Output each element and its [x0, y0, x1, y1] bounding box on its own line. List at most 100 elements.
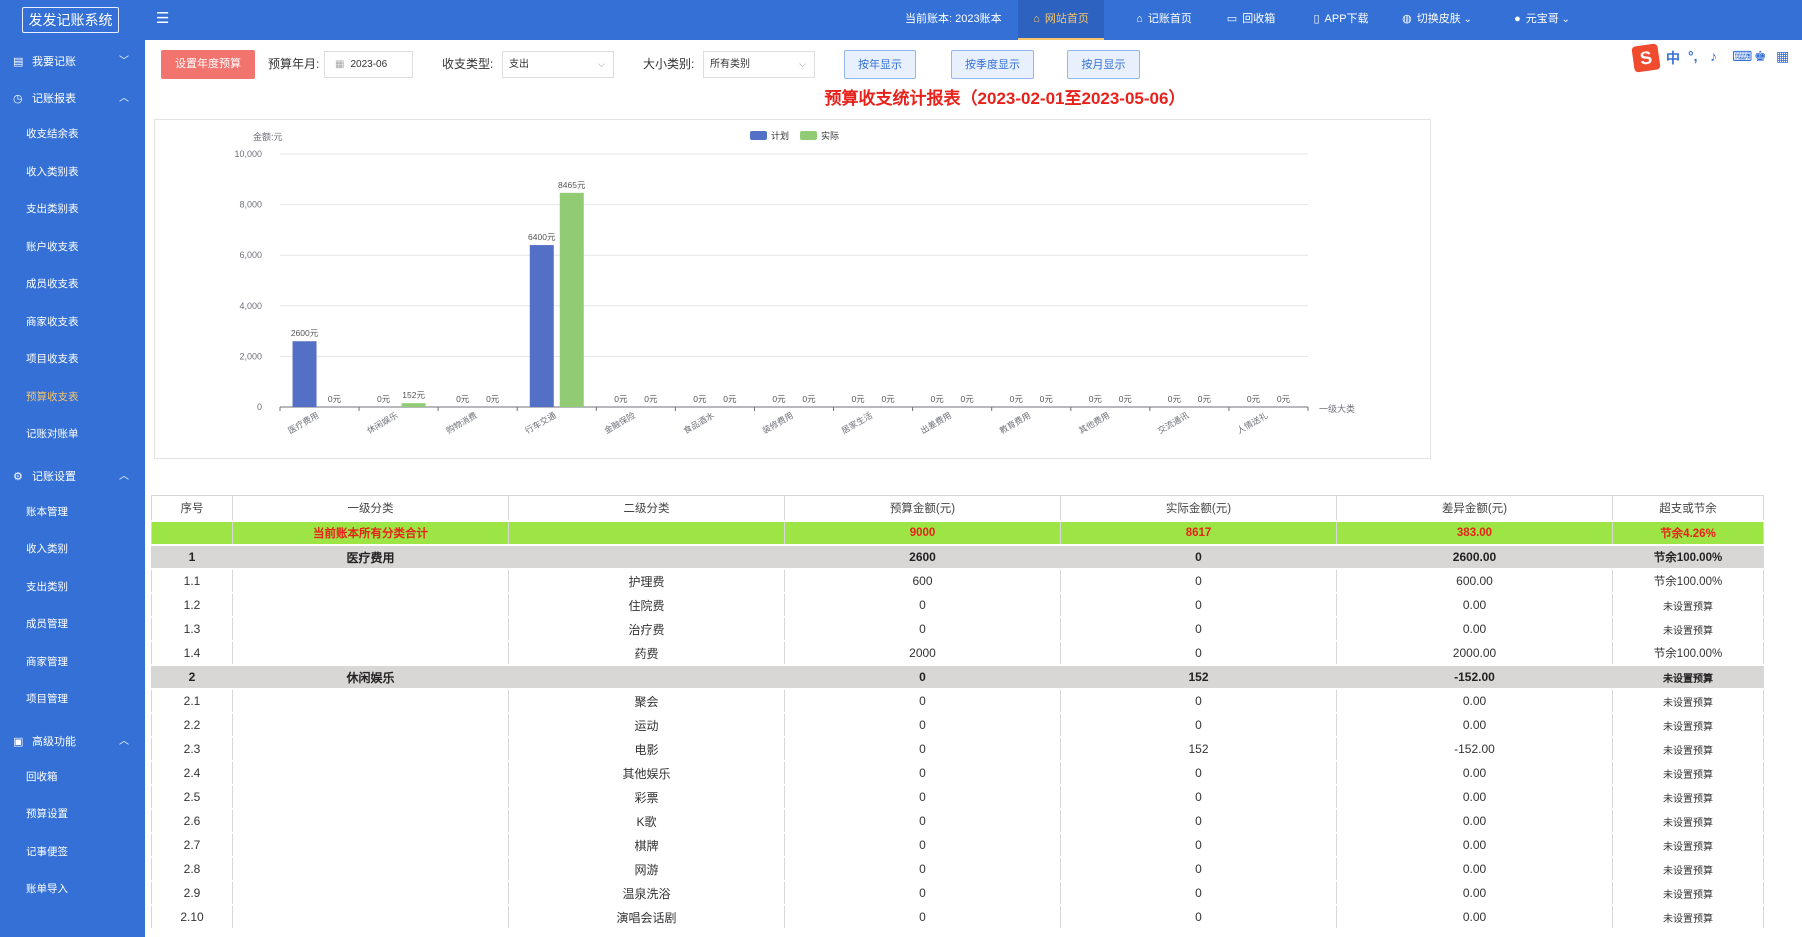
table-cell: 未设置预算: [1612, 904, 1764, 930]
ime-chinese-mode-icon[interactable]: 中: [1666, 48, 1680, 68]
by-month-button[interactable]: 按月显示: [1067, 50, 1140, 79]
sidebar-group-2[interactable]: ⚙ 记账设置 ︿: [0, 462, 145, 492]
sidebar-group-3[interactable]: ▣ 高级功能 ︿: [0, 727, 145, 757]
month-picker[interactable]: ▦ 2023-06: [324, 51, 413, 78]
sidebar-item[interactable]: 支出类别表: [26, 199, 79, 219]
table-cell: 休闲娱乐: [232, 664, 509, 690]
table-cell: 0: [784, 880, 1061, 906]
sidebar-item[interactable]: 项目管理: [26, 689, 68, 709]
sidebar-item[interactable]: 成员收支表: [26, 274, 79, 294]
sidebar-item[interactable]: 预算设置: [26, 804, 68, 824]
data-label: 0元: [1198, 394, 1212, 404]
subcategory-row: 1.3 治疗费 0 0 0.00 未设置预算: [151, 616, 1764, 642]
sidebar-group-0[interactable]: ▤ 我要记账 ﹀: [0, 47, 145, 77]
nav-item-3[interactable]: ▯ APP下载: [1303, 0, 1379, 40]
nav-item-4[interactable]: ◍ 切换皮肤 ⌄: [1395, 0, 1479, 40]
table-cell: 152: [1060, 664, 1337, 690]
menu-toggle-icon[interactable]: ☰: [156, 11, 169, 27]
table-cell: 2600.00: [1336, 544, 1613, 570]
set-annual-budget-button[interactable]: 设置年度预算: [161, 50, 255, 79]
current-book-label: 当前账本: 2023账本: [905, 13, 1002, 25]
chevron-up-icon: ︿: [119, 93, 129, 104]
column-header[interactable]: 二级分类: [508, 495, 785, 522]
nav-item-0[interactable]: ⌂ 网站首页: [1018, 0, 1104, 40]
table-cell: 0.00: [1336, 832, 1613, 858]
ime-punctuation-icon[interactable]: °,: [1688, 48, 1698, 64]
column-header[interactable]: 实际金额(元): [1060, 495, 1337, 522]
sidebar-item[interactable]: 项目收支表: [26, 349, 79, 369]
category-row: 1 医疗费用 2600 0 2600.00 节余100.00%: [151, 544, 1764, 570]
sidebar-item[interactable]: 支出类别: [26, 577, 68, 597]
table-cell: 未设置预算: [1612, 712, 1764, 738]
table-cell: 0.00: [1336, 616, 1613, 642]
table-cell: 0: [1060, 616, 1337, 642]
table-cell: 演唱会话剧: [508, 904, 785, 930]
type-select[interactable]: 支出 ⌵: [502, 51, 614, 78]
column-header[interactable]: 一级分类: [232, 495, 509, 522]
data-label: 0元: [1168, 394, 1182, 404]
top-bar: 发发记账系统 ☰ 当前账本: 2023账本 ⌂ 网站首页 ⌂ 记账首页 ▭ 回收箱 ▯ APP…: [0, 0, 1802, 40]
category-row: 2 休闲娱乐 0 152 -152.00 未设置预算: [151, 664, 1764, 690]
sidebar: ▤ 我要记账 ﹀ ◷ 记账报表 ︿ 收支结余表收入类别表支出类别表账户收支表成员收支表商家收…: [0, 40, 145, 937]
table-cell: 0: [784, 808, 1061, 834]
sidebar-item[interactable]: 收支结余表: [26, 124, 79, 144]
sidebar-group-1[interactable]: ◷ 记账报表 ︿: [0, 84, 145, 114]
sidebar-item[interactable]: 账本管理: [26, 502, 68, 522]
subcategory-row: 2.9 温泉洗浴 0 0 0.00 未设置预算: [151, 880, 1764, 906]
sidebar-item[interactable]: 收入类别表: [26, 162, 79, 182]
column-header[interactable]: 超支或节余: [1612, 495, 1764, 522]
data-label: 0元: [1247, 394, 1261, 404]
table-cell: 未设置预算: [1612, 880, 1764, 906]
sidebar-item[interactable]: 收入类别: [26, 539, 68, 559]
data-label: 6400元: [528, 232, 556, 242]
sidebar-group-label: 记账设置: [32, 470, 76, 483]
sidebar-item[interactable]: 账户收支表: [26, 237, 79, 257]
chevron-down-icon: ﹀: [119, 56, 129, 67]
sidebar-item[interactable]: 预算收支表: [26, 387, 79, 407]
table-cell: 0.00: [1336, 712, 1613, 738]
nav-item-1[interactable]: ⌂ 记账首页: [1124, 0, 1204, 40]
table-cell: [232, 904, 509, 930]
sogou-logo-icon[interactable]: S: [1631, 43, 1661, 73]
subcategory-row: 2.1 聚会 0 0 0.00 未设置预算: [151, 688, 1764, 714]
table-cell: 2.3: [151, 736, 233, 762]
table-cell: -152.00: [1336, 736, 1613, 762]
sidebar-item[interactable]: 记事便签: [26, 842, 68, 862]
nav-item-2[interactable]: ▭ 回收箱: [1219, 0, 1283, 40]
sidebar-item[interactable]: 商家管理: [26, 652, 68, 672]
sidebar-group-label: 高级功能: [32, 735, 76, 748]
by-year-button[interactable]: 按年显示: [844, 50, 916, 79]
sidebar-item[interactable]: 记账对账单: [26, 424, 79, 444]
table-cell: 0.00: [1336, 688, 1613, 714]
table-cell: 当前账本所有分类合计: [232, 520, 509, 546]
column-header[interactable]: 差异金额(元): [1336, 495, 1613, 522]
category-select[interactable]: 所有类别 ⌵: [703, 51, 815, 78]
month-label: 预算年月:: [268, 57, 320, 71]
sidebar-item[interactable]: 成员管理: [26, 614, 68, 634]
table-cell: 0.00: [1336, 808, 1613, 834]
by-quarter-button[interactable]: 按季度显示: [951, 50, 1034, 79]
nav-item-5[interactable]: ● 元宝哥 ⌄: [1506, 0, 1578, 40]
table-cell: 彩票: [508, 784, 785, 810]
table-cell: 0: [784, 904, 1061, 930]
chevron-up-icon: ︿: [119, 470, 129, 482]
apps-grid-icon[interactable]: ▦: [1776, 48, 1789, 65]
column-header[interactable]: 预算金额(元): [784, 495, 1061, 522]
keyboard-icon[interactable]: ⌨: [1732, 48, 1752, 65]
microphone-icon[interactable]: ♪: [1710, 48, 1717, 64]
x-tick-label: 购物消费: [444, 410, 479, 436]
table-cell: 0: [1060, 832, 1337, 858]
sidebar-item[interactable]: 账单导入: [26, 879, 68, 899]
category-value: 所有类别: [710, 59, 750, 70]
table-cell: 0: [1060, 784, 1337, 810]
table-cell: 1.2: [151, 592, 233, 618]
table-cell: 1: [151, 544, 233, 570]
column-header[interactable]: 序号: [151, 495, 233, 522]
sidebar-item[interactable]: 回收箱: [26, 767, 58, 787]
sidebar-item[interactable]: 商家收支表: [26, 312, 79, 332]
home-icon: ⌂: [1033, 13, 1040, 25]
skin-icon[interactable]: ♚: [1754, 48, 1767, 65]
app-logo[interactable]: 发发记账系统: [22, 7, 119, 33]
table-cell: K歌: [508, 808, 785, 834]
table-cell: 0.00: [1336, 904, 1613, 930]
